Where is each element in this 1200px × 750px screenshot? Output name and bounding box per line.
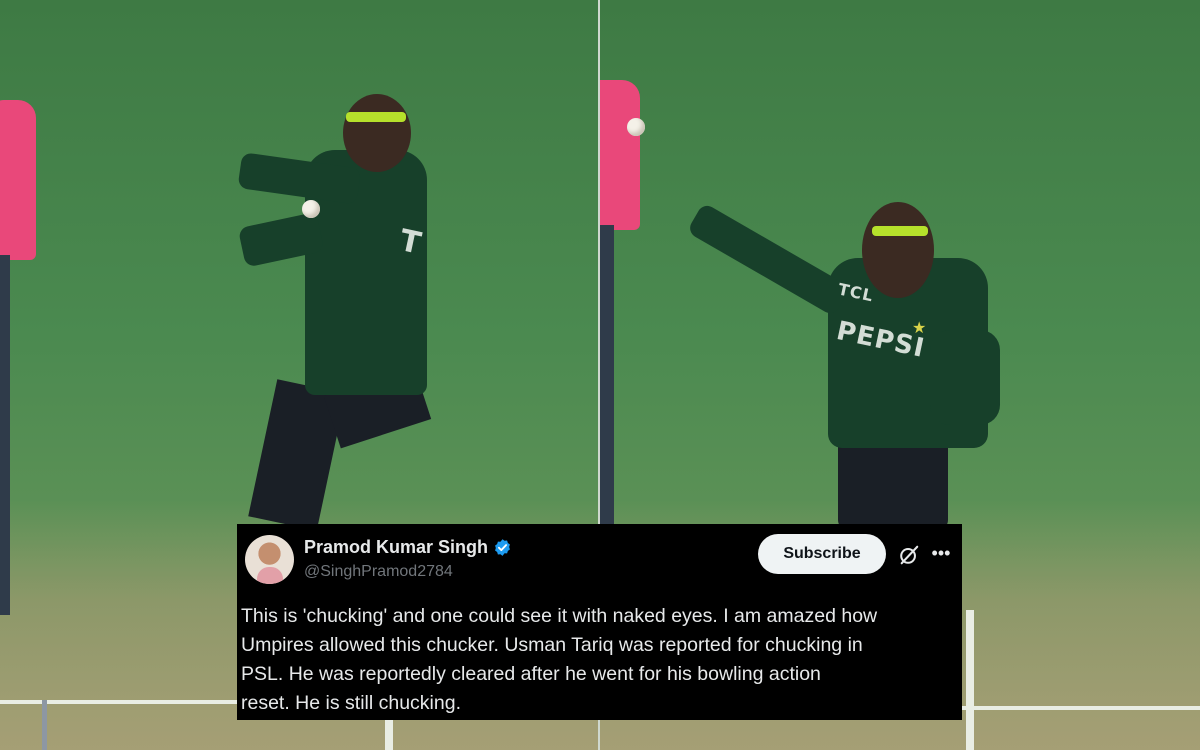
more-icon[interactable]: ••• [930,542,952,564]
tweet-text: This is 'chucking' and one could see it … [241,605,878,714]
author-handle[interactable]: @SinghPramod2784 [304,563,453,581]
tweet-card: Pramod Kumar Singh @SinghPramod2784 Subs… [237,524,962,720]
return-crease [966,610,974,750]
jersey-star-icon: ★ [912,320,927,337]
stump [42,700,47,750]
author-row: Pramod Kumar Singh [304,537,512,558]
grok-icon[interactable] [898,544,920,566]
avatar[interactable] [245,535,294,584]
subscribe-button[interactable]: Subscribe [758,534,886,574]
verified-badge-icon [495,539,510,556]
author-display-name[interactable]: Pramod Kumar Singh [304,537,488,558]
